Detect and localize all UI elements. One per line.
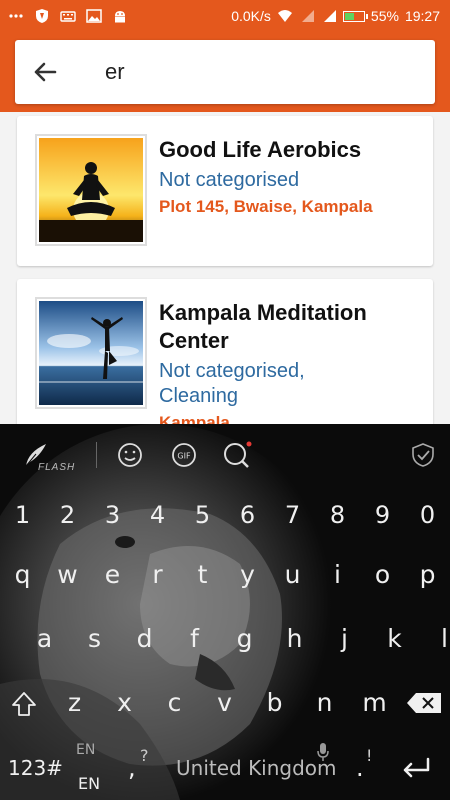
keyboard-icon	[60, 11, 76, 22]
key-x[interactable]: x	[102, 678, 147, 728]
key-a[interactable]: a	[22, 614, 67, 664]
signal-icon	[323, 10, 336, 22]
back-arrow-icon[interactable]	[29, 56, 61, 88]
key-z[interactable]: z	[52, 678, 97, 728]
period-key[interactable]: .	[356, 754, 364, 782]
microphone-icon	[317, 743, 329, 761]
key-v[interactable]: v	[202, 678, 247, 728]
result-title: Good Life Aerobics	[159, 137, 362, 162]
dots-icon	[9, 14, 23, 18]
shift-icon[interactable]	[10, 690, 38, 718]
key-s[interactable]: s	[72, 614, 117, 664]
emoji-icon[interactable]	[116, 440, 144, 470]
wifi-icon	[277, 10, 292, 22]
key-c[interactable]: c	[152, 678, 197, 728]
key-q[interactable]: q	[0, 550, 45, 600]
key-8[interactable]: 8	[315, 490, 360, 540]
key-6[interactable]: 6	[225, 490, 270, 540]
results-list: Good Life Aerobics Not categorised Plot …	[0, 112, 450, 424]
key-l[interactable]: l	[422, 614, 450, 664]
key-k[interactable]: k	[372, 614, 417, 664]
result-title: Kampala Meditation Center	[159, 299, 423, 355]
key-3[interactable]: 3	[90, 490, 135, 540]
shield-app-icon	[36, 9, 48, 23]
app-header: er	[0, 34, 450, 112]
numbers-key[interactable]: 123#	[8, 756, 63, 780]
key-y[interactable]: y	[225, 550, 270, 600]
clock: 19:27	[404, 8, 440, 24]
letter-row-2: asdfghjkl	[0, 614, 450, 664]
key-j[interactable]: j	[322, 614, 367, 664]
shield-check-icon[interactable]	[410, 440, 436, 470]
key-g[interactable]: g	[222, 614, 267, 664]
signal-icon	[301, 10, 314, 22]
result-address: Plot 145, Bwaise, Kampala	[159, 197, 373, 216]
gif-icon[interactable]: GIF	[170, 440, 198, 470]
key-o[interactable]: o	[360, 550, 405, 600]
key-b[interactable]: b	[252, 678, 297, 728]
lang-label-top: EN	[76, 742, 96, 758]
key-t[interactable]: t	[180, 550, 225, 600]
key-n[interactable]: n	[302, 678, 347, 728]
flash-label: FLASH	[38, 462, 76, 473]
key-d[interactable]: d	[122, 614, 167, 664]
key-e[interactable]: e	[90, 550, 135, 600]
key-p[interactable]: p	[405, 550, 450, 600]
result-category-line: Not categorised,	[159, 360, 305, 382]
keyboard: FLASH GIF 1234567890 qwertyuiop asdfghjk…	[0, 424, 450, 800]
search-bar[interactable]: er	[15, 40, 435, 104]
yoga-sunset-image	[39, 138, 143, 242]
number-row: 1234567890	[0, 490, 450, 540]
list-item[interactable]: Good Life Aerobics Not categorised Plot …	[17, 116, 433, 266]
letter-row-3: zxcvbnm	[0, 678, 450, 728]
android-icon	[115, 11, 125, 23]
comma-key[interactable]: ,	[128, 754, 136, 782]
thumbnail	[35, 134, 147, 246]
search-input[interactable]: er	[105, 59, 125, 85]
space-bar[interactable]: United Kingdom	[176, 756, 337, 780]
key-0[interactable]: 0	[405, 490, 450, 540]
network-speed: 0.0K/s	[231, 8, 271, 24]
status-bar: 0.0K/s 55% 19:27	[0, 0, 450, 34]
divider	[96, 442, 97, 468]
image-icon	[86, 9, 102, 23]
key-h[interactable]: h	[272, 614, 317, 664]
enter-icon[interactable]	[400, 756, 432, 780]
keyboard-toolbar: FLASH GIF	[0, 424, 450, 486]
key-i[interactable]: i	[315, 550, 360, 600]
key-4[interactable]: 4	[135, 490, 180, 540]
list-item[interactable]: Kampala Meditation Center Not categorise…	[17, 279, 433, 424]
key-2[interactable]: 2	[45, 490, 90, 540]
language-key[interactable]: EN	[78, 774, 100, 793]
key-u[interactable]: u	[270, 550, 315, 600]
key-f[interactable]: f	[172, 614, 217, 664]
question-hint: ?	[140, 746, 149, 765]
exclaim-hint: !	[366, 746, 373, 765]
search-icon[interactable]	[222, 440, 252, 470]
letter-row-1: qwertyuiop	[0, 550, 450, 600]
key-7[interactable]: 7	[270, 490, 315, 540]
result-title-line: Center	[159, 328, 229, 353]
result-title-line: Kampala Meditation	[159, 300, 367, 325]
svg-text:GIF: GIF	[177, 452, 191, 461]
result-category-line: Cleaning	[159, 385, 238, 407]
result-category: Not categorised	[159, 169, 300, 191]
thumbnail	[35, 297, 147, 409]
key-m[interactable]: m	[352, 678, 397, 728]
result-category: Not categorised, Cleaning	[159, 359, 423, 409]
yoga-beach-image	[39, 301, 143, 405]
battery-icon	[342, 10, 368, 22]
key-5[interactable]: 5	[180, 490, 225, 540]
key-r[interactable]: r	[135, 550, 180, 600]
result-address: Kampala	[159, 413, 230, 424]
battery-percent: 55%	[370, 8, 399, 24]
key-w[interactable]: w	[45, 550, 90, 600]
key-1[interactable]: 1	[0, 490, 45, 540]
key-9[interactable]: 9	[360, 490, 405, 540]
backspace-icon[interactable]	[406, 692, 442, 714]
